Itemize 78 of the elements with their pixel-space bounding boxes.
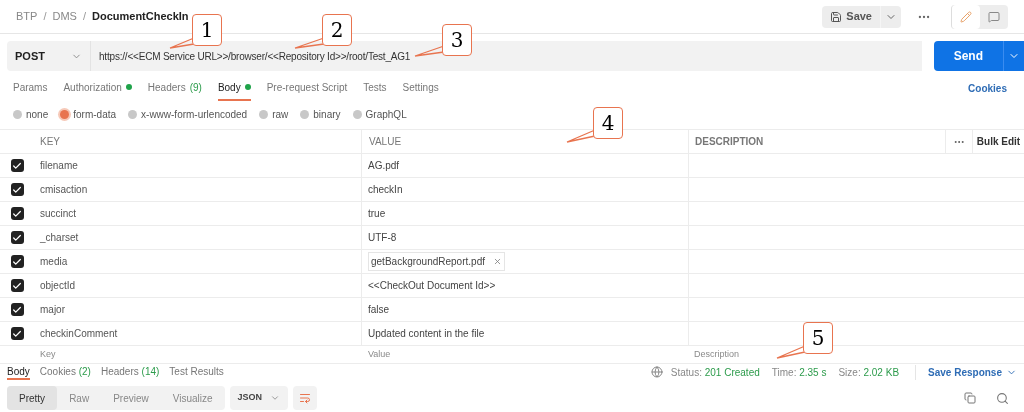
breadcrumb-item[interactable]: DocumentCheckIn bbox=[92, 8, 189, 25]
row-checkbox[interactable] bbox=[10, 183, 24, 196]
key-cell: cmisaction bbox=[40, 184, 88, 195]
format-select[interactable]: JSON bbox=[229, 386, 289, 410]
row-checkbox[interactable] bbox=[10, 159, 24, 172]
body-type-radio[interactable]: none bbox=[13, 106, 49, 122]
view-option[interactable]: Pretty bbox=[7, 386, 58, 410]
column-header: DESCRIPTION bbox=[688, 130, 945, 153]
wrap-lines-icon bbox=[299, 392, 312, 404]
request-tab[interactable]: Tests bbox=[363, 75, 387, 101]
callout-number: 2 bbox=[322, 14, 352, 46]
key-cell: media bbox=[40, 256, 68, 267]
status-text: Status: 201 Created bbox=[670, 365, 760, 380]
callout-number: 5 bbox=[803, 322, 833, 354]
key-placeholder[interactable]: Key bbox=[34, 348, 361, 362]
body-type-radio[interactable]: x-www-form-urlencoded bbox=[128, 106, 248, 122]
value-cell-text: true bbox=[368, 207, 386, 221]
breadcrumb-item[interactable]: BTP bbox=[16, 8, 38, 25]
save-response-button[interactable]: Save Response bbox=[915, 364, 1017, 380]
column-header: KEY bbox=[39, 135, 61, 149]
response-tab[interactable]: Headers (14) bbox=[100, 364, 160, 380]
value-placeholder[interactable]: Value bbox=[361, 348, 688, 362]
breadcrumb-separator: / bbox=[43, 9, 47, 25]
remove-icon[interactable] bbox=[492, 257, 502, 266]
copy-icon[interactable] bbox=[964, 392, 976, 404]
globe-icon[interactable] bbox=[650, 366, 663, 378]
row-checkbox[interactable] bbox=[10, 231, 24, 244]
caret-icon bbox=[270, 393, 281, 403]
pencil-icon bbox=[960, 10, 972, 23]
body-type-radio[interactable]: GraphQL bbox=[352, 106, 407, 122]
response-tab[interactable]: Test Results bbox=[169, 364, 224, 380]
view-option[interactable]: Visualize bbox=[160, 386, 225, 410]
time-text: Time: 2.35 s bbox=[771, 365, 827, 380]
bulk-edit-button[interactable]: Bulk Edit bbox=[972, 130, 1024, 153]
value-cell-text: Updated content in the file bbox=[368, 327, 485, 341]
request-tab[interactable]: Headers (9) bbox=[147, 75, 202, 101]
body-type-radio[interactable]: raw bbox=[259, 106, 289, 122]
breadcrumb-separator: / bbox=[82, 9, 86, 25]
callout-number: 4 bbox=[593, 107, 623, 139]
callout-number: 3 bbox=[442, 24, 472, 56]
description-placeholder[interactable]: Description bbox=[688, 348, 740, 362]
request-tab[interactable]: Body bbox=[217, 75, 251, 101]
key-cell: checkinComment bbox=[40, 328, 118, 339]
row-checkbox[interactable] bbox=[10, 255, 24, 268]
row-checkbox[interactable] bbox=[10, 207, 24, 220]
view-option[interactable]: Preview bbox=[101, 386, 161, 410]
save-icon bbox=[830, 10, 843, 23]
comment-icon bbox=[988, 10, 1000, 23]
body-type-radio[interactable]: binary bbox=[300, 106, 341, 122]
value-cell-text: <<CheckOut Document Id>> bbox=[368, 279, 496, 293]
value-cell-text: AG.pdf bbox=[368, 159, 400, 173]
key-cell: objectId bbox=[40, 280, 76, 291]
cookies-link[interactable]: Cookies bbox=[968, 80, 1007, 96]
search-icon[interactable] bbox=[996, 391, 1009, 405]
row-checkbox[interactable] bbox=[10, 279, 24, 292]
callout-number: 1 bbox=[192, 14, 222, 46]
file-chip: getBackgroundReport.pdf bbox=[368, 252, 505, 271]
request-tab[interactable]: Settings bbox=[402, 75, 439, 101]
key-cell: _charset bbox=[40, 232, 79, 243]
row-checkbox[interactable] bbox=[10, 327, 24, 340]
key-cell: succinct bbox=[40, 208, 77, 219]
response-tab[interactable]: Cookies (2) bbox=[39, 364, 91, 380]
body-type-radio[interactable]: form-data bbox=[60, 106, 117, 122]
value-cell-text: checkIn bbox=[368, 183, 403, 197]
response-tab[interactable]: Body bbox=[7, 364, 30, 380]
row-checkbox[interactable] bbox=[10, 303, 24, 316]
request-tab[interactable]: Authorization bbox=[63, 75, 132, 101]
breadcrumb-item[interactable]: DMS bbox=[52, 8, 77, 25]
request-tab[interactable]: Pre-request Script bbox=[266, 75, 348, 101]
wrap-button[interactable] bbox=[293, 386, 318, 410]
value-cell-text: UTF-8 bbox=[368, 231, 397, 245]
key-cell: major bbox=[40, 304, 65, 315]
method-select[interactable]: POST bbox=[7, 41, 91, 71]
key-cell: filename bbox=[40, 160, 78, 171]
view-option[interactable]: Raw bbox=[57, 386, 102, 410]
request-tab[interactable]: Params bbox=[13, 75, 48, 101]
value-cell-text: false bbox=[368, 303, 390, 317]
size-text: Size: 2.02 KB bbox=[838, 365, 900, 380]
